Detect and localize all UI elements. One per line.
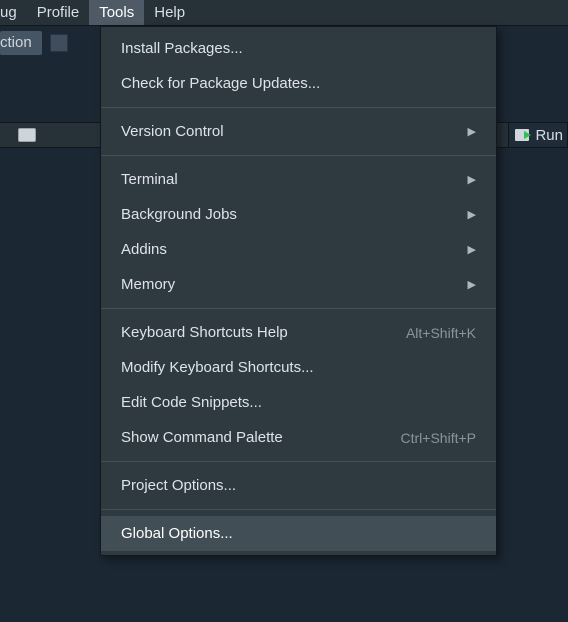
menu-label: Global Options... xyxy=(121,525,476,542)
menu-check-updates[interactable]: Check for Package Updates... xyxy=(101,66,496,101)
tools-dropdown: Install Packages... Check for Package Up… xyxy=(100,26,497,556)
menu-global-options[interactable]: Global Options... xyxy=(101,516,496,551)
tab-handle-icon[interactable] xyxy=(18,128,36,142)
submenu-arrow-icon: ▶ xyxy=(468,173,476,186)
submenu-arrow-icon: ▶ xyxy=(468,278,476,291)
menu-terminal[interactable]: Terminal ▶ xyxy=(101,162,496,197)
menu-label: Version Control xyxy=(121,123,458,140)
submenu-arrow-icon: ▶ xyxy=(468,243,476,256)
menu-debug[interactable]: ug xyxy=(0,0,27,25)
menu-separator xyxy=(101,461,496,462)
menu-memory[interactable]: Memory ▶ xyxy=(101,267,496,302)
menu-profile[interactable]: Profile xyxy=(27,0,90,25)
menu-label: Check for Package Updates... xyxy=(121,75,476,92)
menu-separator xyxy=(101,509,496,510)
menu-keyboard-help[interactable]: Keyboard Shortcuts Help Alt+Shift+K xyxy=(101,315,496,350)
menu-tools[interactable]: Tools xyxy=(89,0,144,25)
menu-separator xyxy=(101,308,496,309)
menu-modify-keyboard[interactable]: Modify Keyboard Shortcuts... xyxy=(101,350,496,385)
menu-shortcut: Ctrl+Shift+P xyxy=(401,430,476,446)
menu-separator xyxy=(101,107,496,108)
menu-label: Background Jobs xyxy=(121,206,458,223)
menu-label: Memory xyxy=(121,276,458,293)
submenu-arrow-icon: ▶ xyxy=(468,125,476,138)
menu-label: Addins xyxy=(121,241,458,258)
menu-edit-snippets[interactable]: Edit Code Snippets... xyxy=(101,385,496,420)
menu-install-packages[interactable]: Install Packages... xyxy=(101,31,496,66)
run-label: Run xyxy=(535,127,563,144)
menu-label: Project Options... xyxy=(121,477,476,494)
menu-label: Install Packages... xyxy=(121,40,476,57)
menubar: ug Profile Tools Help xyxy=(0,0,568,26)
menu-label: Edit Code Snippets... xyxy=(121,394,476,411)
toolbar-square[interactable] xyxy=(50,34,68,52)
menu-label: Terminal xyxy=(121,171,458,188)
menu-shortcut: Alt+Shift+K xyxy=(406,325,476,341)
menu-label: Show Command Palette xyxy=(121,429,401,446)
menu-project-options[interactable]: Project Options... xyxy=(101,468,496,503)
menu-background-jobs[interactable]: Background Jobs ▶ xyxy=(101,197,496,232)
menu-addins[interactable]: Addins ▶ xyxy=(101,232,496,267)
run-tab[interactable]: Run xyxy=(508,122,568,148)
menu-separator xyxy=(101,155,496,156)
menu-help[interactable]: Help xyxy=(144,0,195,25)
submenu-arrow-icon: ▶ xyxy=(468,208,476,221)
menu-label: Keyboard Shortcuts Help xyxy=(121,324,406,341)
menu-version-control[interactable]: Version Control ▶ xyxy=(101,114,496,149)
toolbar-button-partial[interactable]: ction xyxy=(0,31,42,55)
menu-command-palette[interactable]: Show Command Palette Ctrl+Shift+P xyxy=(101,420,496,455)
menu-label: Modify Keyboard Shortcuts... xyxy=(121,359,476,376)
run-icon xyxy=(515,129,529,141)
